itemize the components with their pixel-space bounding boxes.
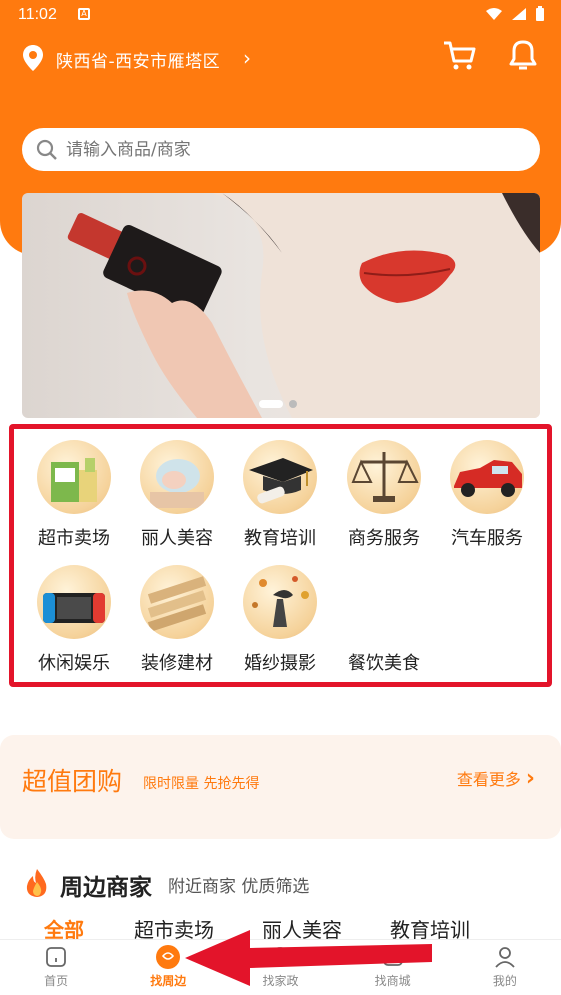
tab-label: 找周边: [150, 974, 187, 988]
category-food[interactable]: 餐饮美食: [338, 565, 430, 675]
category-label: 商务服务: [348, 528, 420, 549]
pagination-dot-active[interactable]: [259, 400, 283, 408]
promo-banner[interactable]: [22, 193, 540, 418]
tab-label: 找家政: [262, 974, 299, 988]
category-supermarket[interactable]: 超市卖场: [28, 440, 120, 550]
tab-label: 首页: [44, 974, 69, 988]
category-beauty[interactable]: 丽人美容: [131, 440, 223, 550]
location-text[interactable]: 陕西省-西安市雁塔区: [56, 47, 220, 72]
car-icon: [450, 440, 524, 514]
category-label: 汽车服务: [451, 528, 523, 549]
pagination-dot[interactable]: [289, 400, 297, 408]
search-input[interactable]: [66, 139, 486, 160]
category-label: 超市卖场: [38, 528, 110, 549]
beauty-icon: [140, 440, 214, 514]
nearby-title: 周边商家: [60, 875, 152, 901]
search-bar[interactable]: [22, 128, 540, 171]
category-education[interactable]: 教育培训: [234, 440, 326, 550]
category-wedding[interactable]: 婚纱摄影: [234, 565, 326, 675]
status-time: 11:02: [18, 6, 57, 23]
bell-icon[interactable]: [506, 38, 540, 72]
category-label: 休闲娱乐: [38, 653, 110, 674]
wood-planks-icon: [140, 565, 214, 639]
fire-icon: [26, 869, 47, 897]
group-buy-title: 超值团购: [22, 767, 123, 796]
location-pin-icon[interactable]: [22, 44, 44, 72]
wedding-photo-icon: [243, 565, 317, 639]
category-decoration[interactable]: 装修建材: [131, 565, 223, 675]
status-bar: 11:02 A: [0, 0, 561, 32]
category-label: 餐饮美食: [348, 653, 420, 674]
bottom-tab-bar: 首页 找周边 找家政 找商城 我的: [0, 939, 561, 995]
game-console-icon: [37, 565, 111, 639]
graduation-cap-icon: [243, 440, 317, 514]
home-icon: [46, 947, 66, 967]
profile-icon: [495, 947, 515, 968]
category-business[interactable]: 商务服务: [338, 440, 430, 550]
scales-icon: [347, 440, 421, 514]
food-icon: [347, 565, 421, 639]
tab-label: 找商城: [374, 974, 411, 988]
nearby-icon: [156, 945, 181, 969]
chevron-right-icon[interactable]: ›: [243, 46, 251, 70]
view-more-label: 查看更多: [456, 770, 521, 789]
tab-home[interactable]: 首页: [0, 940, 112, 995]
tab-housekeeping[interactable]: 找家政: [224, 940, 336, 995]
group-buy-subtitle: 限时限量 先抢先得: [143, 776, 260, 792]
battery-icon: [536, 6, 544, 21]
cart-icon[interactable]: [442, 40, 476, 72]
wifi-icon: [486, 8, 502, 20]
tab-profile[interactable]: 我的: [449, 940, 561, 995]
category-leisure[interactable]: 休闲娱乐: [28, 565, 120, 675]
search-icon: [36, 139, 57, 160]
nearby-merchants-section: 周边商家 附近商家 优质筛选 全部 超市卖场 丽人美容 教育培训: [0, 858, 561, 942]
tab-label: 我的: [492, 974, 517, 988]
notification-icon: A: [78, 8, 90, 20]
header: 陕西省-西安市雁塔区 ›: [0, 32, 561, 90]
nearby-subtitle: 附近商家 优质筛选: [168, 877, 310, 897]
category-label: 丽人美容: [141, 528, 213, 549]
housekeeping-icon: [270, 947, 291, 967]
banner-pagination: [259, 400, 297, 408]
category-label: 教育培训: [244, 528, 316, 549]
category-label: 装修建材: [141, 653, 213, 674]
view-more-link[interactable]: 查看更多 ›: [457, 766, 535, 791]
group-buy-section: 超值团购 限时限量 先抢先得 查看更多 ›: [0, 735, 561, 839]
banner-image: [67, 193, 540, 418]
category-label: 婚纱摄影: [244, 653, 316, 674]
signal-icon: [512, 8, 526, 20]
chevron-right-icon: ›: [525, 766, 535, 791]
supermarket-icon: [37, 440, 111, 514]
tab-nearby[interactable]: 找周边: [112, 940, 224, 995]
tab-mall[interactable]: 找商城: [337, 940, 449, 995]
category-car[interactable]: 汽车服务: [441, 440, 533, 550]
mall-icon: [382, 948, 403, 966]
